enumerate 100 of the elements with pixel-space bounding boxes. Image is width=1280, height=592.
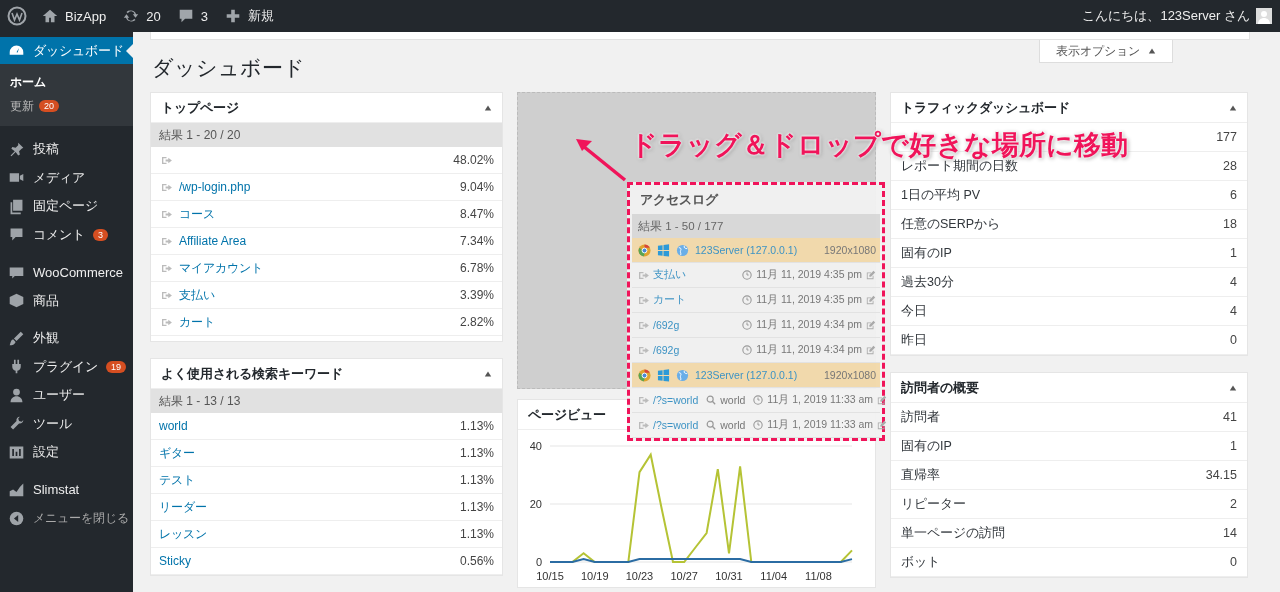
stat-value: 41 [1223, 410, 1237, 424]
percentage: 1.13% [459, 419, 494, 433]
toggle-icon[interactable] [1229, 103, 1237, 112]
exit-icon [161, 317, 172, 327]
percentage: 3.39% [459, 288, 494, 302]
menu-item[interactable]: 投稿 [0, 135, 133, 164]
greeting-link[interactable]: こんにちは、123Server さん [1082, 7, 1250, 25]
search-icon [706, 395, 717, 405]
stat-label: リピーター [901, 495, 966, 513]
page-link[interactable]: コース [179, 205, 215, 223]
menu-item[interactable]: メディア [0, 163, 133, 192]
menu-item[interactable]: プラグイン 19 [0, 352, 133, 381]
widget-title: 訪問者の概要 [901, 378, 979, 397]
access-log-widget[interactable] [627, 182, 885, 441]
stat-value: 0 [1230, 333, 1237, 347]
keyword-link[interactable]: world [159, 419, 188, 433]
timestamp: 11月 11, 2019 4:35 pm [756, 293, 862, 307]
globe-icon [676, 243, 689, 257]
y-tick-label: 20 [529, 498, 542, 510]
globe-icon [676, 368, 689, 382]
collapse-icon [8, 509, 25, 527]
page-link[interactable]: 支払い [179, 286, 215, 304]
stat-label: 1日の平均 PV [901, 186, 981, 204]
exit-icon [161, 290, 172, 300]
new-link[interactable]: 新規 [223, 7, 274, 25]
exit-icon [638, 270, 649, 280]
edit-icon[interactable] [866, 320, 876, 330]
search-icon [706, 420, 717, 430]
menu-item[interactable]: 固定ページ [0, 192, 133, 221]
menu-item[interactable]: 外観 [0, 324, 133, 353]
stat-value: 1 [1230, 246, 1237, 260]
menu-item[interactable]: ツール [0, 409, 133, 438]
stat-value: 0 [1230, 555, 1237, 569]
toggle-icon[interactable] [484, 369, 492, 378]
exit-icon [161, 155, 172, 165]
menu-item[interactable]: WooCommerce [0, 258, 133, 287]
percentage: 1.13% [459, 500, 494, 514]
menu-item[interactable]: コメント 3 [0, 220, 133, 249]
logo-icon[interactable] [7, 6, 27, 26]
widget-title: よく使用される検索キーワード [161, 364, 343, 383]
page-link[interactable]: /wp-login.php [179, 180, 251, 194]
stat-label: 今日 [901, 302, 927, 320]
screen-options-button[interactable]: 表示オプション [1039, 40, 1173, 63]
stat-label: 昨日 [901, 331, 927, 349]
menu-item[interactable]: 設定 [0, 438, 133, 467]
edit-icon[interactable] [877, 395, 888, 405]
screen-resolution: 1920x1080 [824, 244, 876, 256]
clock-icon [753, 420, 764, 430]
keyword-link[interactable]: ギター [159, 444, 195, 462]
stat-label: 訪問者 [901, 408, 940, 426]
site-link[interactable]: BizApp [41, 7, 107, 25]
four-squares-icon [657, 368, 670, 382]
clock-icon [742, 270, 753, 280]
percentage: 7.34% [459, 234, 494, 248]
menu-item[interactable]: 商品 [0, 286, 133, 315]
page-link[interactable]: Affiliate Area [179, 234, 247, 248]
percentage: 8.47% [459, 207, 494, 221]
edit-icon[interactable] [866, 345, 876, 355]
comments-link[interactable]: 3 [176, 7, 208, 25]
menu-item[interactable]: Slimstat [0, 475, 133, 504]
page-link[interactable]: カート [179, 313, 215, 331]
edit-icon[interactable] [866, 295, 876, 305]
toggle-icon[interactable] [484, 103, 492, 112]
timestamp: 11月 11, 2019 4:34 pm [756, 318, 862, 332]
stat-value: 4 [1230, 304, 1237, 318]
browser-icon [638, 368, 651, 382]
submenu-item[interactable]: 更新 20 [0, 94, 133, 118]
exit-icon [638, 420, 649, 430]
collapse-menu-button[interactable]: メニューを閉じる [0, 504, 133, 533]
keyword-link[interactable]: リーダー [159, 498, 207, 516]
toggle-icon[interactable] [1229, 383, 1237, 392]
x-tick-label: 10/23 [625, 570, 654, 582]
menu-item[interactable]: ユーザー [0, 381, 133, 410]
exit-icon [161, 209, 172, 219]
keyword-link[interactable]: Sticky [159, 554, 191, 568]
results-summary: 結果 1 - 50 / 177 [632, 214, 880, 238]
menu-item[interactable]: ダッシュボード [0, 37, 133, 64]
caret-icon [1148, 47, 1156, 55]
keyword-link[interactable]: レッスン [159, 525, 207, 543]
edit-icon[interactable] [877, 420, 888, 430]
exit-icon [638, 295, 649, 305]
stat-label: 過去30分 [901, 273, 954, 291]
clock-icon [742, 320, 753, 330]
updates-link[interactable]: 20 [122, 7, 161, 25]
x-tick-label: 11/08 [805, 570, 832, 582]
percentage: 2.82% [459, 315, 494, 329]
submenu-item[interactable]: ホーム [0, 70, 133, 94]
brush-icon [8, 329, 25, 347]
stat-value: 177 [1216, 130, 1237, 144]
percentage: 1.13% [459, 446, 494, 460]
pages-icon [8, 197, 25, 215]
stat-label: ボット [901, 553, 940, 571]
results-summary: 結果 1 - 13 / 13 [151, 389, 502, 413]
count-badge: 20 [39, 100, 59, 112]
keyword-link[interactable]: テスト [159, 471, 195, 489]
clock-icon [742, 345, 753, 355]
page-link[interactable]: マイアカウント [179, 259, 263, 277]
y-tick-label: 40 [529, 440, 542, 452]
edit-icon[interactable] [866, 270, 876, 280]
clock-icon [753, 395, 764, 405]
